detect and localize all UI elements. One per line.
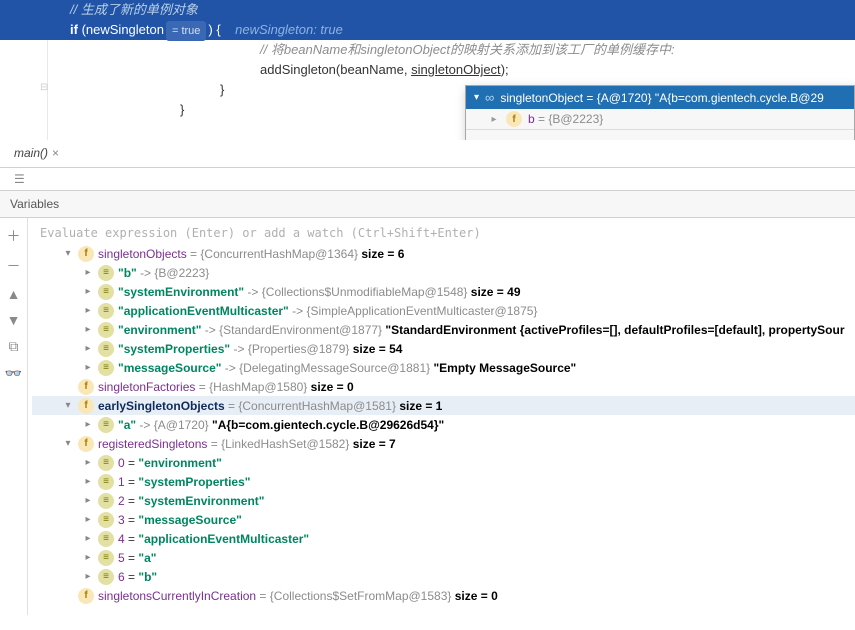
code-line-current: if (newSingleton= true) { newSingleton: …	[0, 20, 855, 40]
chevron-right-icon[interactable]	[82, 457, 94, 468]
tree-entry[interactable]: ≡"systemEnvironment" -> {Collections$Unm…	[32, 282, 855, 301]
tree-entry[interactable]: ≡"b" -> {B@2223}	[32, 263, 855, 282]
tree-entry[interactable]: ≡"environment" -> {StandardEnvironment@1…	[32, 320, 855, 339]
evaluate-popup[interactable]: ▾ ∞ singletonObject = {A@1720} "A{b=com.…	[465, 85, 855, 140]
key-icon: ≡	[98, 531, 114, 547]
tree-entry[interactable]: ≡"systemProperties" -> {Properties@1879}…	[32, 339, 855, 358]
key-icon: ≡	[98, 550, 114, 566]
popup-row[interactable]: ▸ f b = {B@2223}	[466, 109, 854, 129]
tree-entry[interactable]: ≡6 = "b"	[32, 567, 855, 586]
key-icon: ≡	[98, 493, 114, 509]
add-watch-icon[interactable]: ＋	[7, 226, 21, 246]
inline-param-hint: newSingleton: true	[235, 22, 343, 37]
close-tab-icon[interactable]: ×	[52, 146, 59, 160]
key-icon: ≡	[98, 341, 114, 357]
tree-entry[interactable]: ≡"applicationEventMulticaster" -> {Simpl…	[32, 301, 855, 320]
code-editor[interactable]: ⊟ // 生成了新的单例对象 if (newSingleton= true) {…	[0, 0, 855, 140]
evaluate-expression-input[interactable]: Evaluate expression (Enter) or add a wat…	[32, 222, 855, 244]
key-icon: ≡	[98, 360, 114, 376]
duplicate-icon[interactable]: ⧉	[9, 338, 19, 355]
tree-entry[interactable]: ≡"messageSource" -> {DelegatingMessageSo…	[32, 358, 855, 377]
tree-entry[interactable]: ≡4 = "applicationEventMulticaster"	[32, 529, 855, 548]
infinity-icon: ∞	[485, 90, 494, 105]
key-icon: ≡	[98, 569, 114, 585]
chevron-right-icon[interactable]	[82, 514, 94, 525]
tree-entry[interactable]: ≡1 = "systemProperties"	[32, 472, 855, 491]
chevron-down-icon[interactable]	[62, 438, 74, 449]
chevron-right-icon[interactable]	[82, 495, 94, 506]
tree-entry[interactable]: ≡3 = "messageSource"	[32, 510, 855, 529]
frames-toolbar: ☰	[0, 168, 855, 191]
debug-tabs: main() ×	[0, 140, 855, 168]
chevron-right-icon[interactable]	[82, 476, 94, 487]
tab-label: main()	[14, 146, 48, 160]
variables-panel: ＋ － ▲ ▼ ⧉ 👓 Evaluate expression (Enter) …	[0, 218, 855, 615]
chevron-down-icon[interactable]: ▾	[474, 92, 479, 103]
key-icon: ≡	[98, 284, 114, 300]
chevron-right-icon[interactable]	[82, 286, 94, 297]
popup-title: singletonObject = {A@1720} "A{b=com.gien…	[500, 91, 824, 105]
key-icon: ≡	[98, 474, 114, 490]
tree-node-singletonObjects[interactable]: f singletonObjects = {ConcurrentHashMap@…	[32, 244, 855, 263]
copy-icon[interactable]: ⧉	[476, 136, 486, 140]
key-icon: ≡	[98, 417, 114, 433]
variables-toolbar: ＋ － ▲ ▼ ⧉ 👓	[0, 218, 28, 615]
key-icon: ≡	[98, 303, 114, 319]
field-icon: f	[78, 436, 94, 452]
variables-panel-header: Variables	[0, 191, 855, 218]
tree-entry[interactable]: ≡"a" -> {A@1720} "A{b=com.gientech.cycle…	[32, 415, 855, 434]
tree-entry[interactable]: ≡0 = "environment"	[32, 453, 855, 472]
popup-header[interactable]: ▾ ∞ singletonObject = {A@1720} "A{b=com.…	[466, 86, 854, 109]
up-icon[interactable]: ▲	[7, 286, 21, 302]
chevron-down-icon[interactable]	[62, 248, 74, 259]
tree-node-earlySingletonObjects[interactable]: fearlySingletonObjects = {ConcurrentHash…	[32, 396, 855, 415]
arrow-left-icon[interactable]: ←	[496, 137, 510, 141]
inline-value-hint: = true	[166, 21, 206, 41]
fold-icon[interactable]: ⊟	[40, 82, 48, 93]
code-line: // 生成了新的单例对象	[0, 0, 855, 20]
down-icon[interactable]: ▼	[7, 312, 21, 328]
field-icon: f	[506, 111, 522, 127]
chevron-right-icon[interactable]	[82, 571, 94, 582]
field-icon: f	[78, 379, 94, 395]
arrow-right-icon[interactable]: →	[520, 137, 534, 141]
chevron-right-icon[interactable]	[82, 324, 94, 335]
chevron-right-icon[interactable]	[82, 552, 94, 563]
variables-tree[interactable]: Evaluate expression (Enter) or add a wat…	[28, 218, 855, 615]
tree-node-singletonsCurrentlyInCreation[interactable]: fsingletonsCurrentlyInCreation = {Collec…	[32, 586, 855, 605]
chevron-down-icon[interactable]	[62, 400, 74, 411]
key-icon: ≡	[98, 322, 114, 338]
popup-toolbar: ⧉ ← →	[466, 129, 854, 140]
chevron-right-icon[interactable]	[82, 305, 94, 316]
tree-entry[interactable]: ≡5 = "a"	[32, 548, 855, 567]
code-line: // 将beanName和singletonObject的映射关系添加到该工厂的…	[70, 40, 855, 60]
key-icon: ≡	[98, 455, 114, 471]
field-icon: f	[78, 588, 94, 604]
key-icon: ≡	[98, 265, 114, 281]
filter-icon[interactable]: ☰	[8, 172, 31, 186]
tree-node-registeredSingletons[interactable]: fregisteredSingletons = {LinkedHashSet@1…	[32, 434, 855, 453]
tab-main[interactable]: main() ×	[8, 142, 65, 166]
chevron-right-icon[interactable]: ▸	[488, 114, 500, 125]
key-icon: ≡	[98, 512, 114, 528]
chevron-right-icon[interactable]	[82, 362, 94, 373]
tree-node-singletonFactories[interactable]: fsingletonFactories = {HashMap@1580} siz…	[32, 377, 855, 396]
chevron-right-icon[interactable]	[82, 533, 94, 544]
remove-watch-icon[interactable]: －	[7, 256, 21, 276]
chevron-right-icon[interactable]	[82, 419, 94, 430]
field-icon: f	[78, 398, 94, 414]
tree-entry[interactable]: ≡2 = "systemEnvironment"	[32, 491, 855, 510]
chevron-right-icon[interactable]	[82, 267, 94, 278]
chevron-right-icon[interactable]	[82, 343, 94, 354]
glasses-icon[interactable]: 👓	[5, 365, 22, 382]
field-icon: f	[78, 246, 94, 262]
code-line: addSingleton(beanName, singletonObject);	[70, 60, 855, 80]
